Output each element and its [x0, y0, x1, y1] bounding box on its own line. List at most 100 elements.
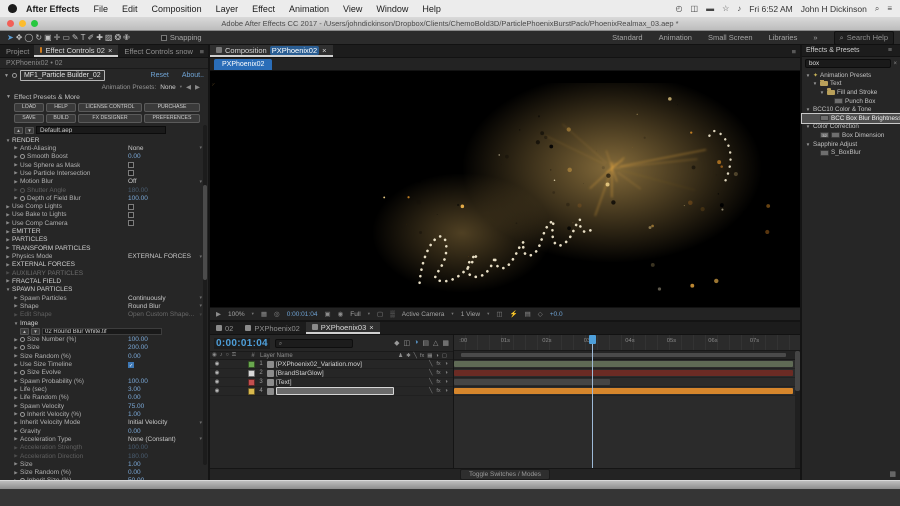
param-value[interactable]: 180.00 [128, 453, 148, 460]
tab-project[interactable]: Project [0, 45, 34, 57]
current-time-indicator[interactable] [592, 335, 593, 468]
quality-switch-icon[interactable]: ╲ [429, 379, 432, 385]
snapshot-icon[interactable]: ▣ [324, 310, 330, 318]
layer-bar-row[interactable] [454, 369, 800, 378]
timeline-track-area[interactable]: :0001s02s03s04s05s06s07s [454, 335, 800, 468]
twirl-icon[interactable]: ▶ [4, 220, 12, 226]
quality-switch-icon[interactable]: ╲ [429, 370, 432, 376]
twirl-icon[interactable]: ▶ [12, 187, 20, 193]
license-control-button[interactable]: LICENSE CONTROL [78, 103, 142, 112]
layer-duration-bar[interactable] [454, 370, 793, 376]
layer-name[interactable]: [PXPhoenix02_Variation.mov] [276, 361, 427, 368]
twirl-icon[interactable]: ▶ [4, 278, 12, 284]
preset-next-button[interactable]: ▼ [25, 127, 34, 134]
twirl-icon[interactable]: ▶ [12, 353, 20, 359]
param-dropdown-value[interactable]: Round Blur [128, 303, 161, 310]
param-dropdown-value[interactable]: Off [128, 178, 137, 185]
layer-name-header[interactable]: Layer Name [260, 353, 396, 359]
twirl-icon[interactable]: ▶ [12, 362, 20, 368]
twirl-down-icon[interactable]: ▼ [6, 94, 11, 100]
param-value[interactable]: 75.00 [128, 403, 144, 410]
layer-rename-input[interactable] [276, 387, 394, 395]
workspace-libraries[interactable]: Libraries [769, 33, 798, 42]
brainstorm-icon[interactable]: ▦ [442, 339, 449, 347]
spotlight-icon[interactable]: ⌕ [875, 4, 879, 14]
panel-menu-icon[interactable]: ≡ [196, 45, 208, 57]
new-preset-icon[interactable]: ▦ [889, 470, 896, 478]
layer-label-color[interactable] [248, 361, 255, 368]
twirl-icon[interactable]: ▶ [12, 436, 20, 442]
effect-controls-scrollbar[interactable] [203, 125, 207, 465]
preset-file-field[interactable]: Default.aep [36, 126, 166, 134]
tree-item-color-correction[interactable]: ▼Color Correction [802, 123, 900, 132]
quality-switch-icon[interactable]: ╲ [429, 361, 432, 367]
twirl-icon[interactable]: ▶ [12, 453, 20, 459]
stopwatch-icon[interactable] [20, 196, 25, 201]
resolution-value[interactable]: Full [350, 311, 360, 318]
twirl-down-icon[interactable]: ▼ [4, 73, 9, 79]
close-tab-icon[interactable]: × [108, 46, 112, 55]
stopwatch-icon[interactable] [20, 370, 25, 375]
param-value[interactable]: 100.00 [128, 195, 148, 202]
fx-switch-icon[interactable]: fx [436, 361, 440, 367]
preset-prev-icon[interactable]: ◀ [186, 83, 191, 91]
clone-stamp-tool-icon[interactable]: ✚ [95, 33, 104, 42]
preset-next-icon[interactable]: ▶ [195, 83, 200, 91]
twirl-icon[interactable]: ▶ [12, 145, 20, 151]
fx-switch-icon[interactable]: fx [436, 370, 440, 376]
twirl-icon[interactable]: ▼ [805, 124, 811, 129]
motion-blur-icon[interactable]: ◑ [414, 339, 418, 347]
menu-composition[interactable]: Composition [145, 4, 209, 14]
tree-item-bcc10-color-tone[interactable]: ▼BCC10 Color & Tone [802, 105, 900, 114]
pen-tool-icon[interactable]: ✎ [71, 33, 80, 42]
param-checkbox[interactable] [128, 204, 134, 210]
pixel-aspect-icon[interactable]: ◫ [496, 310, 502, 318]
layer-label-color[interactable] [248, 379, 255, 386]
time-ruler[interactable]: :0001s02s03s04s05s06s07s [454, 335, 800, 351]
param-value[interactable]: 200.00 [128, 344, 148, 351]
menu-edit[interactable]: Edit [115, 4, 145, 14]
menu-animation[interactable]: Animation [282, 4, 336, 14]
tree-item-fill-and-stroke[interactable]: ▼Fill and Stroke [802, 88, 900, 97]
param-value[interactable]: 0.00 [128, 394, 141, 401]
prev-image-button[interactable]: ▲ [20, 328, 29, 335]
camera-view-value[interactable]: Active Camera [402, 311, 445, 318]
puppet-pin-tool-icon[interactable]: ✙ [122, 33, 131, 42]
twirl-icon[interactable]: ▶ [4, 245, 12, 251]
layer-visibility-icon[interactable]: ◉ [212, 370, 222, 376]
display-icon[interactable]: ◫ [691, 4, 699, 13]
fast-preview-icon[interactable]: ⚡ [510, 310, 518, 318]
layer-name[interactable]: [Text] [276, 379, 427, 386]
twirl-icon[interactable]: ▶ [12, 378, 20, 384]
twirl-icon[interactable]: ▼ [4, 138, 12, 143]
twirl-icon[interactable]: ▼ [812, 81, 818, 86]
twirl-icon[interactable]: ▼ [805, 107, 811, 112]
twirl-icon[interactable]: ▶ [4, 237, 12, 243]
stopwatch-icon[interactable] [20, 188, 25, 193]
twirl-icon[interactable]: ▶ [12, 154, 20, 160]
battery-icon[interactable]: ▬ [706, 4, 714, 13]
frame-blend-icon[interactable]: ▤ [422, 339, 429, 347]
layer-label-color[interactable] [248, 370, 255, 377]
param-value[interactable]: 1.00 [128, 461, 141, 468]
tree-item-box-dimension[interactable]: 32Box Dimension [802, 131, 900, 140]
timeline-tab-pxphoenix02[interactable]: PXPhoenix02 [239, 322, 305, 334]
channels-icon[interactable]: ◉ [338, 310, 344, 318]
grid-guides-icon[interactable]: ▦ [261, 310, 267, 318]
dropdown-arrow-icon[interactable]: ▾ [199, 254, 202, 260]
selection-tool-icon[interactable]: ➤ [6, 33, 15, 42]
snapping-control[interactable]: Snapping [161, 33, 202, 42]
twirl-icon[interactable]: ▶ [12, 445, 20, 451]
always-preview-icon[interactable]: ▶ [216, 310, 221, 318]
effect-name[interactable]: MF1_Particle Builder_02 [20, 70, 105, 81]
twirl-icon[interactable]: ▶ [12, 337, 20, 343]
twirl-icon[interactable]: ▶ [4, 204, 12, 210]
about-effect-link[interactable]: About.. [182, 72, 204, 79]
param-checkbox[interactable]: ✓ [128, 362, 134, 368]
exposure-value[interactable]: +0.0 [550, 311, 563, 318]
preferences-button[interactable]: PREFERENCES [144, 114, 200, 123]
composition-viewer[interactable] [210, 71, 800, 307]
animation-presets-value[interactable]: None [160, 84, 176, 91]
menu-effect[interactable]: Effect [245, 4, 282, 14]
twirl-icon[interactable]: ▼ [12, 321, 20, 326]
